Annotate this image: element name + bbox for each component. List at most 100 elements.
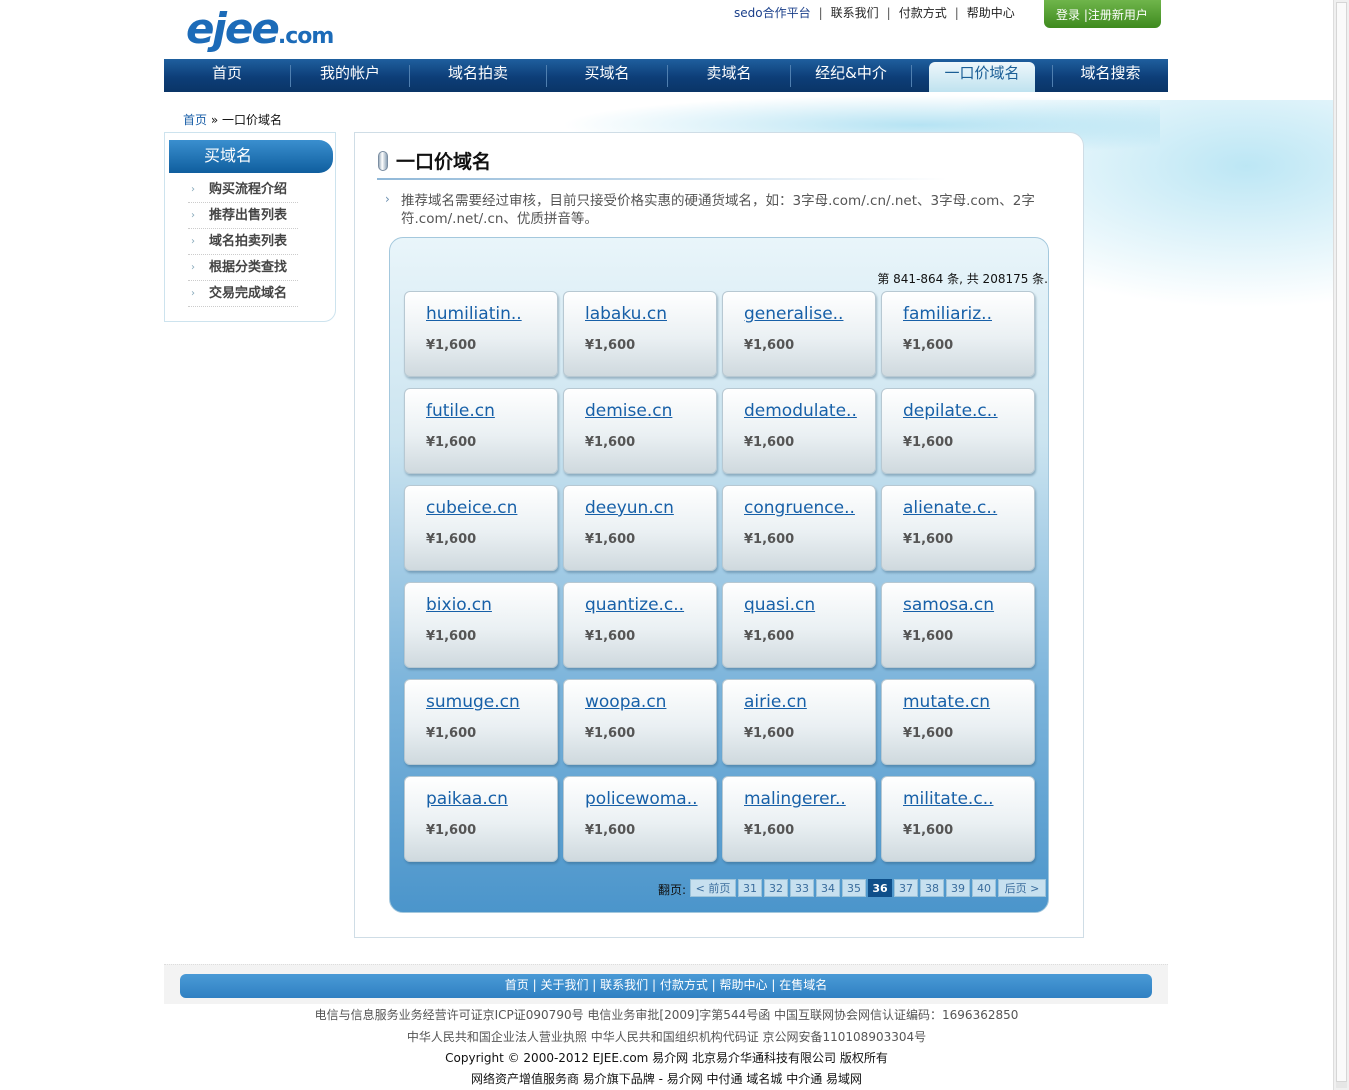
domain-price: ¥1,600: [426, 823, 477, 838]
domain-name-link[interactable]: demodulate..: [744, 401, 857, 421]
nav-domain-search[interactable]: 域名搜索: [1053, 59, 1168, 92]
domain-name-link[interactable]: airie.cn: [744, 692, 807, 712]
domain-card[interactable]: humiliatin.. ¥1,600: [404, 291, 558, 377]
domain-card[interactable]: woopa.cn ¥1,600: [563, 679, 717, 765]
nav-my-account[interactable]: 我的帐户: [291, 59, 409, 92]
page-title: 一口价域名: [396, 151, 492, 173]
domain-card[interactable]: bixio.cn ¥1,600: [404, 582, 558, 668]
pager-page[interactable]: 31: [738, 879, 762, 897]
pager-page[interactable]: 32: [764, 879, 788, 897]
domain-price: ¥1,600: [903, 338, 954, 353]
domain-name-link[interactable]: humiliatin..: [426, 304, 522, 324]
domain-card[interactable]: familiariz.. ¥1,600: [881, 291, 1035, 377]
scroll-down-arrow[interactable]: [1336, 1082, 1347, 1088]
footer-link-help[interactable]: 帮助中心: [720, 978, 768, 992]
domain-name-link[interactable]: malingerer..: [744, 789, 846, 809]
domain-name-link[interactable]: congruence..: [744, 498, 855, 518]
domain-card[interactable]: generalise.. ¥1,600: [722, 291, 876, 377]
domain-name-link[interactable]: generalise..: [744, 304, 843, 324]
pager-page[interactable]: 33: [790, 879, 814, 897]
domain-price: ¥1,600: [585, 338, 636, 353]
pager-page[interactable]: 35: [842, 879, 866, 897]
toplink-help[interactable]: 帮助中心: [967, 6, 1015, 20]
domain-name-link[interactable]: militate.c..: [903, 789, 994, 809]
sidebar-item-category[interactable]: › 根据分类查找: [188, 255, 298, 281]
breadcrumb-home[interactable]: 首页: [183, 113, 207, 127]
breadcrumb: 首页 » 一口价域名: [183, 111, 282, 128]
domain-name-link[interactable]: demise.cn: [585, 401, 672, 421]
toplink-payment[interactable]: 付款方式: [899, 6, 947, 20]
vertical-scrollbar[interactable]: [1333, 0, 1349, 1090]
domain-name-link[interactable]: policewoma..: [585, 789, 698, 809]
pager-page[interactable]: 38: [920, 879, 944, 897]
toplink-sedo[interactable]: sedo合作平台: [734, 6, 811, 20]
sidebar-item-auction-list[interactable]: › 域名拍卖列表: [188, 229, 298, 255]
footer-link-about[interactable]: 关于我们: [540, 978, 588, 992]
domain-name-link[interactable]: futile.cn: [426, 401, 495, 421]
domain-name-link[interactable]: samosa.cn: [903, 595, 994, 615]
register-link[interactable]: 注册新用户: [1088, 8, 1148, 22]
top-links: sedo合作平台 | 联系我们 | 付款方式 | 帮助中心: [734, 4, 1015, 21]
domain-card[interactable]: demodulate.. ¥1,600: [722, 388, 876, 474]
domain-card[interactable]: quasi.cn ¥1,600: [722, 582, 876, 668]
nav-fixed-price[interactable]: 一口价域名: [929, 62, 1035, 92]
pager-page[interactable]: 37: [894, 879, 918, 897]
domain-price: ¥1,600: [744, 532, 795, 547]
login-link[interactable]: 登录: [1056, 8, 1080, 22]
domain-name-link[interactable]: sumuge.cn: [426, 692, 520, 712]
scrollbar-thumb[interactable]: [1336, 2, 1347, 1082]
pager-page[interactable]: 39: [946, 879, 970, 897]
pager-page[interactable]: 34: [816, 879, 840, 897]
footer-link-for-sale[interactable]: 在售域名: [779, 978, 827, 992]
domain-name-link[interactable]: depilate.c..: [903, 401, 998, 421]
domain-name-link[interactable]: quantize.c..: [585, 595, 684, 615]
domain-card[interactable]: quantize.c.. ¥1,600: [563, 582, 717, 668]
domain-card[interactable]: mutate.cn ¥1,600: [881, 679, 1035, 765]
domain-name-link[interactable]: quasi.cn: [744, 595, 815, 615]
nav-sell-domain[interactable]: 卖域名: [668, 59, 790, 92]
footer-link-home[interactable]: 首页: [505, 978, 529, 992]
breadcrumb-sep: »: [210, 113, 219, 127]
domain-card[interactable]: deeyun.cn ¥1,600: [563, 485, 717, 571]
domain-card[interactable]: samosa.cn ¥1,600: [881, 582, 1035, 668]
sidebar-item-recommended[interactable]: › 推荐出售列表: [188, 203, 298, 229]
pager-prev[interactable]: < 前页: [690, 879, 736, 897]
domain-name-link[interactable]: paikaa.cn: [426, 789, 508, 809]
domain-card[interactable]: depilate.c.. ¥1,600: [881, 388, 1035, 474]
domain-card[interactable]: congruence.. ¥1,600: [722, 485, 876, 571]
nav-buy-domain[interactable]: 买域名: [547, 59, 667, 92]
pager-page[interactable]: 40: [972, 879, 996, 897]
domain-price: ¥1,600: [585, 532, 636, 547]
domain-card[interactable]: futile.cn ¥1,600: [404, 388, 558, 474]
footer-nav: 首页 | 关于我们 | 联系我们 | 付款方式 | 帮助中心 | 在售域名: [180, 974, 1152, 998]
domain-name-link[interactable]: woopa.cn: [585, 692, 666, 712]
domain-name-link[interactable]: alienate.c..: [903, 498, 997, 518]
domain-card[interactable]: demise.cn ¥1,600: [563, 388, 717, 474]
nav-auction[interactable]: 域名拍卖: [410, 59, 546, 92]
nav-broker[interactable]: 经纪&中介: [791, 59, 911, 92]
sidebar-item-completed[interactable]: › 交易完成域名: [188, 281, 298, 307]
domain-name-link[interactable]: cubeice.cn: [426, 498, 517, 518]
nav-home[interactable]: 首页: [164, 59, 290, 92]
toplink-contact[interactable]: 联系我们: [831, 6, 879, 20]
domain-card[interactable]: malingerer.. ¥1,600: [722, 776, 876, 862]
footer-link-payment[interactable]: 付款方式: [660, 978, 708, 992]
domain-card[interactable]: policewoma.. ¥1,600: [563, 776, 717, 862]
domain-name-link[interactable]: deeyun.cn: [585, 498, 674, 518]
domain-card[interactable]: labaku.cn ¥1,600: [563, 291, 717, 377]
site-logo[interactable]: ejee.com: [186, 4, 334, 53]
domain-card[interactable]: cubeice.cn ¥1,600: [404, 485, 558, 571]
sidebar-item-purchase-process[interactable]: › 购买流程介绍: [188, 177, 298, 203]
domain-name-link[interactable]: bixio.cn: [426, 595, 492, 615]
pager-page-current[interactable]: 36: [868, 879, 892, 897]
domain-name-link[interactable]: familiariz..: [903, 304, 992, 324]
domain-name-link[interactable]: labaku.cn: [585, 304, 667, 324]
pager-next[interactable]: 后页 >: [998, 879, 1046, 897]
domain-card[interactable]: paikaa.cn ¥1,600: [404, 776, 558, 862]
domain-card[interactable]: militate.c.. ¥1,600: [881, 776, 1035, 862]
domain-card[interactable]: airie.cn ¥1,600: [722, 679, 876, 765]
footer-link-contact[interactable]: 联系我们: [600, 978, 648, 992]
domain-card[interactable]: alienate.c.. ¥1,600: [881, 485, 1035, 571]
domain-name-link[interactable]: mutate.cn: [903, 692, 990, 712]
domain-card[interactable]: sumuge.cn ¥1,600: [404, 679, 558, 765]
